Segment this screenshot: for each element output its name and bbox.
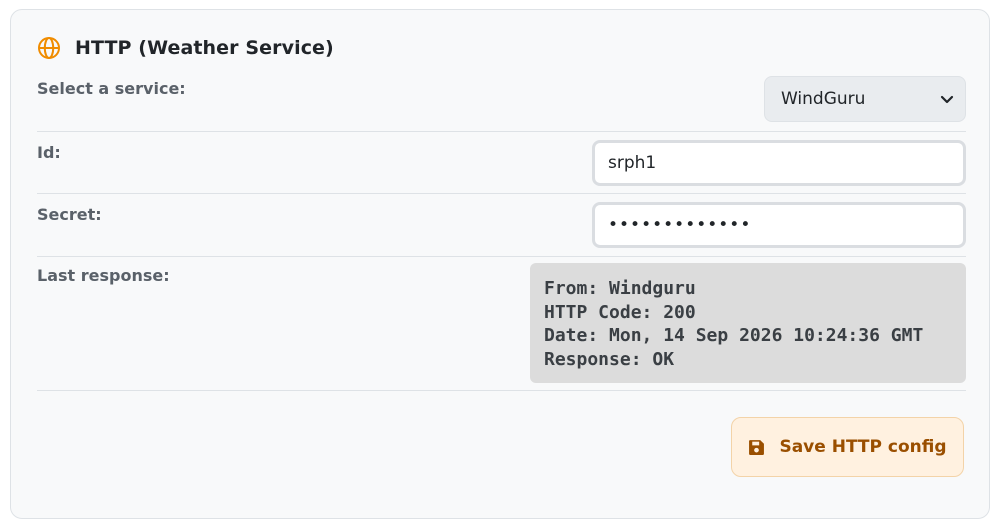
last-response-label: Last response: (37, 266, 170, 285)
service-select[interactable]: WindGuru (764, 76, 966, 122)
secret-label: Secret: (37, 205, 102, 224)
service-select-value: WindGuru (781, 89, 866, 109)
response-line-date: Date: Mon, 14 Sep 2026 10:24:36 GMT (544, 325, 924, 346)
id-row: Id: srph1 (37, 132, 966, 194)
service-label: Select a service: (37, 79, 186, 98)
response-line-from: From: Windguru (544, 278, 696, 299)
card-header: HTTP (Weather Service) (37, 34, 334, 62)
service-row: Select a service: WindGuru (37, 76, 966, 132)
chevron-down-icon (939, 91, 955, 107)
last-response-row: Last response: From: Windguru HTTP Code:… (37, 257, 966, 391)
secret-input-value: ••••••••••••• (608, 215, 752, 235)
http-config-card: HTTP (Weather Service) Select a service:… (10, 9, 990, 519)
save-button-label: Save HTTP config (779, 437, 947, 457)
card-title: HTTP (Weather Service) (75, 37, 334, 59)
globe-icon (37, 36, 61, 60)
id-label: Id: (37, 143, 61, 162)
response-line-http-code: HTTP Code: 200 (544, 301, 696, 323)
secret-row: Secret: ••••••••••••• (37, 194, 966, 257)
floppy-disk-icon (748, 439, 765, 456)
secret-input[interactable]: ••••••••••••• (592, 202, 966, 248)
last-response-box: From: Windguru HTTP Code: 200 Date: Mon,… (530, 263, 966, 383)
id-input-value: srph1 (608, 153, 657, 173)
id-input[interactable]: srph1 (592, 140, 966, 186)
save-http-config-button[interactable]: Save HTTP config (731, 417, 964, 477)
response-line-status: Response: OK (544, 348, 675, 370)
